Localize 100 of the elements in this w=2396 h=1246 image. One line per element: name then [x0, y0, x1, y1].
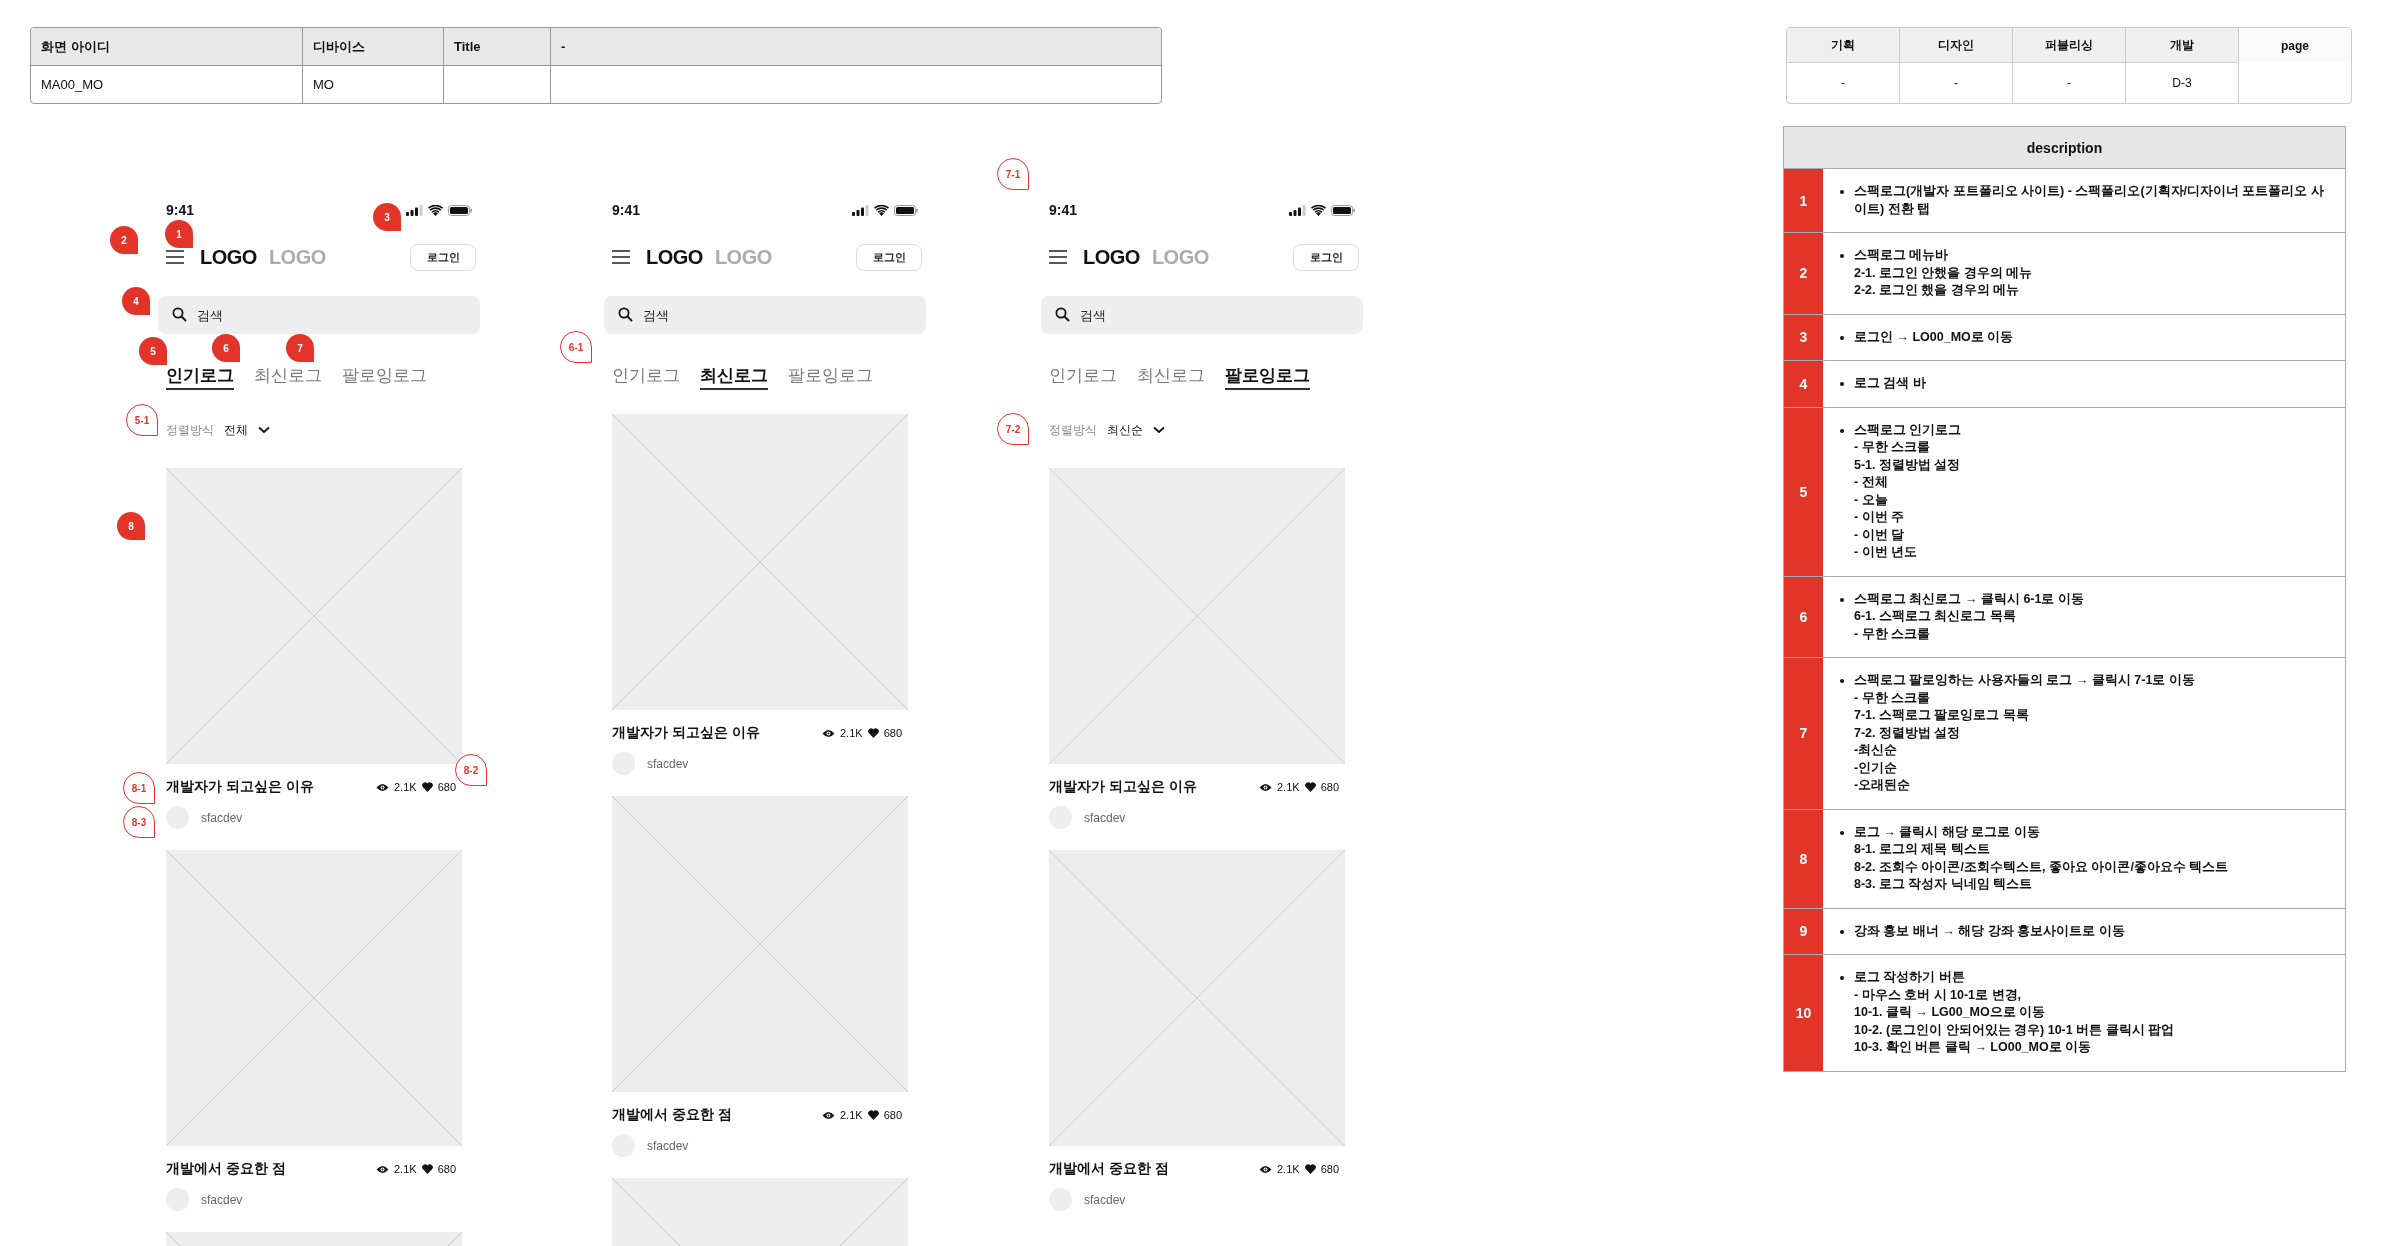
post-title[interactable]: 개발에서 중요한 점 [1049, 1160, 1169, 1178]
eye-icon [1259, 782, 1272, 792]
like-count: 680 [1320, 1163, 1339, 1175]
login-button[interactable]: 로그인 [1293, 243, 1359, 271]
tab[interactable]: 인기로그 [612, 364, 680, 390]
status-time: 9:41 [612, 202, 641, 218]
description-text: 강좌 홍보 배너 → 해당 강좌 홍보사이트로 이동 [1854, 922, 2125, 940]
tab[interactable]: 최신로그 [700, 364, 768, 390]
chevron-icon [258, 426, 270, 434]
annotation-marker: 7-2 [997, 413, 1029, 445]
table-cell: - [1841, 76, 1845, 90]
bullet-dot [1840, 976, 1844, 980]
description-text: - 마우스 호버 시 10-1로 변경, [1854, 986, 2023, 1004]
row-number: 8 [1784, 809, 1823, 908]
column-header: 퍼블리싱 [2045, 36, 2093, 54]
image-placeholder[interactable] [1049, 468, 1345, 764]
heart-icon [1304, 782, 1316, 792]
bullet-dot [1840, 597, 1844, 602]
status-time: 9:41 [166, 202, 195, 218]
description-text: - 무한 스크롤 [1854, 689, 1932, 707]
view-count: 2.1K [394, 1163, 417, 1175]
description-text: 8-3. 로그 작성자 닉네임 텍스트 [1854, 876, 2034, 893]
description-text: - 무한 스크롤 [1854, 439, 1932, 456]
sort-dropdown[interactable]: 전체 [224, 421, 270, 439]
row-number: 5 [1784, 407, 1823, 576]
annotation-marker: 5-1 [126, 404, 158, 436]
view-count: 2.1K [1277, 1163, 1300, 1175]
description-text: - 이번 주 [1854, 509, 1906, 526]
wifi-icon [874, 204, 889, 216]
tab[interactable]: 팔로잉로그 [788, 364, 873, 390]
column-header: 개발 [2170, 36, 2194, 54]
login-button[interactable]: 로그인 [410, 243, 476, 271]
annotation-marker: 8-1 [123, 772, 155, 804]
description-text: - 오늘 [1854, 491, 1889, 509]
description-text: 로그 검색 바 [1854, 375, 1926, 392]
tab[interactable]: 팔로잉로그 [342, 364, 427, 390]
description-text: 로그 → 클릭시 해당 로그로 이동 [1854, 823, 2041, 841]
annotation-marker: 2 [110, 226, 138, 254]
image-placeholder[interactable] [1049, 850, 1345, 1146]
image-placeholder[interactable] [612, 414, 908, 710]
image-placeholder[interactable] [166, 468, 462, 764]
post-title[interactable]: 개발자가 되고싶은 이유 [612, 724, 760, 742]
description-text: 스팩로그 최신로그 → 클릭시 6-1로 이동 [1854, 590, 2084, 608]
search-field[interactable]: 검색 [1041, 296, 1363, 334]
eye-icon [822, 728, 835, 738]
status-time: 9:41 [1049, 202, 1078, 218]
row-number: 9 [1784, 908, 1823, 954]
sort-label: 정렬방식 [1049, 421, 1097, 439]
menu-icon[interactable] [166, 250, 184, 264]
post-title[interactable]: 개발자가 되고싶은 이유 [1049, 778, 1197, 796]
description-text: -오래된순 [1854, 777, 1912, 794]
heart-icon [1304, 1164, 1316, 1174]
sort-dropdown[interactable]: 최신순 [1107, 421, 1165, 439]
description-text: 7-1. 스팩로그 팔로잉로그 목록 [1854, 707, 2030, 724]
column-header: 화면 아이디 [41, 37, 110, 56]
signal-icon [852, 204, 869, 216]
description-text: 로그인 → LO00_MO로 이동 [1854, 328, 2014, 346]
annotation-marker: 8 [117, 512, 145, 540]
like-count: 680 [437, 781, 456, 793]
logo-tab[interactable]: LOGO [1083, 245, 1140, 269]
table-cell: D-3 [2172, 76, 2192, 90]
column-header: 기획 [1831, 36, 1855, 54]
battery-icon [894, 204, 918, 216]
row-number: 3 [1784, 314, 1823, 360]
description-text: 로그 작성하기 버튼 [1854, 969, 1966, 986]
eye-icon [1259, 1164, 1272, 1174]
annotation-marker: 7-1 [997, 158, 1029, 190]
bullet-dot [1840, 190, 1844, 194]
tab[interactable]: 인기로그 [166, 364, 234, 390]
logo-tab[interactable]: LOGO [200, 245, 257, 269]
post-title[interactable]: 개발에서 중요한 점 [612, 1106, 732, 1124]
tab[interactable]: 인기로그 [1049, 364, 1117, 390]
login-button[interactable]: 로그인 [856, 243, 922, 271]
description-text: 8-2. 조회수 아이콘/조회수텍스트, 좋아요 아이콘/좋아요수 텍스트 [1854, 858, 2229, 876]
annotation-marker: 8-3 [123, 806, 155, 838]
annotation-marker: 5 [139, 337, 167, 365]
table-cell: MA00_MO [41, 77, 104, 92]
search-field[interactable]: 검색 [158, 296, 480, 334]
tab[interactable]: 최신로그 [1137, 364, 1205, 390]
like-count: 680 [437, 1163, 456, 1175]
column-header: description [2026, 139, 2103, 156]
description-text: 스팩로그 팔로잉하는 사용자들의 로그 → 클릭시 7-1로 이동 [1854, 672, 2195, 689]
post-title[interactable]: 개발에서 중요한 점 [166, 1160, 286, 1178]
tab[interactable]: 팔로잉로그 [1225, 364, 1310, 390]
tab[interactable]: 최신로그 [254, 364, 322, 390]
description-text: 5-1. 정렬방법 설정 [1854, 456, 1962, 474]
search-field[interactable]: 검색 [604, 296, 926, 334]
menu-icon[interactable] [612, 250, 630, 264]
image-placeholder[interactable] [166, 850, 462, 1146]
bullet-dot [1840, 679, 1844, 683]
logo-tab[interactable]: LOGO [646, 245, 703, 269]
post-title[interactable]: 개발자가 되고싶은 이유 [166, 778, 314, 796]
bullet-dot [1840, 428, 1844, 433]
menu-icon[interactable] [1049, 250, 1067, 264]
description-text: - 전체 [1854, 474, 1889, 491]
column-header: - [561, 39, 566, 54]
row-number: 7 [1784, 658, 1823, 809]
description-text: 10-1. 클릭 → LG00_MO으로 이동 [1854, 1004, 2047, 1021]
annotation-marker: 7 [286, 334, 314, 362]
image-placeholder[interactable] [612, 796, 908, 1092]
